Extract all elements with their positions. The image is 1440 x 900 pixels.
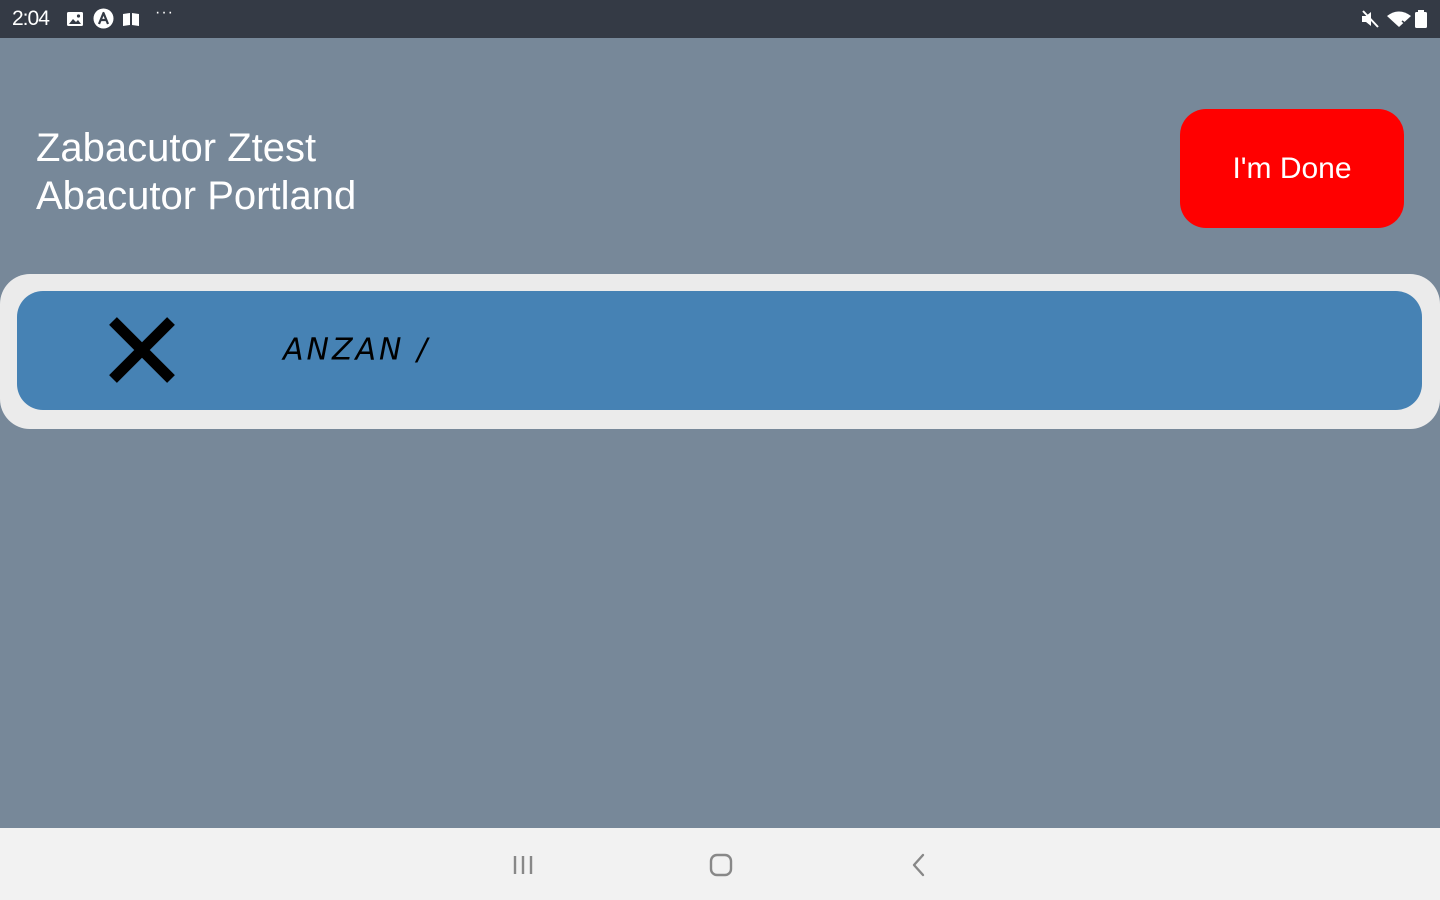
list-item[interactable]: ANZAN / (17, 291, 1422, 410)
page-title: Zabacutor Ztest Abacutor Portland (36, 124, 356, 220)
wifi-icon (1387, 11, 1411, 28)
title-line-2: Abacutor Portland (36, 174, 357, 218)
battery-icon (1415, 10, 1427, 28)
a-circle-icon (93, 8, 114, 29)
back-icon (912, 853, 925, 877)
navigation-bar (0, 828, 1440, 900)
gallery-icon (67, 12, 83, 26)
status-bar: 2:04 ··· (0, 0, 1440, 38)
list-item-label: ANZAN / (283, 332, 431, 368)
home-button[interactable] (701, 848, 741, 882)
list-item-frame: ANZAN / (0, 274, 1440, 429)
x-mark-icon (109, 317, 175, 383)
more-dots-icon: ··· (155, 4, 174, 21)
recents-icon (513, 856, 533, 874)
recents-button[interactable] (503, 848, 543, 882)
book-icon (123, 13, 139, 26)
back-button[interactable] (899, 848, 939, 882)
status-time: 2:04 (12, 7, 50, 30)
home-icon (709, 853, 733, 877)
mute-icon (1362, 10, 1379, 28)
title-line-1: Zabacutor Ztest (36, 126, 317, 170)
done-button[interactable]: I'm Done (1180, 109, 1404, 228)
